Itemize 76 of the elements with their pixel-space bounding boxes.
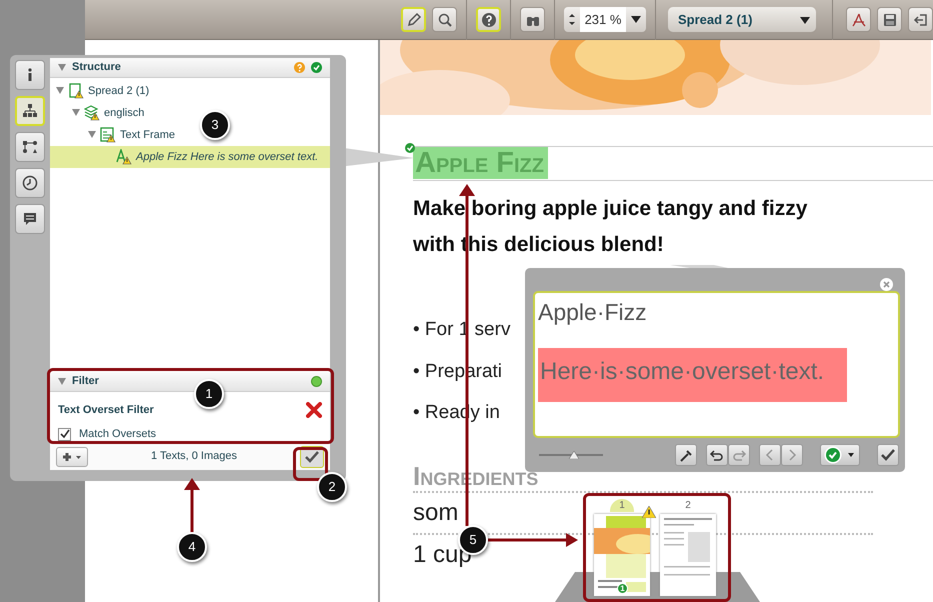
status-dropdown-button[interactable] — [820, 444, 860, 466]
eyedropper-icon — [678, 448, 694, 462]
confirm-button[interactable] — [877, 444, 899, 466]
plus-icon — [62, 452, 82, 462]
panel-title: Filter — [72, 374, 100, 390]
panel-title: Structure — [72, 60, 122, 76]
warning-icon — [642, 506, 656, 518]
help-button[interactable] — [476, 7, 501, 32]
expand-icon[interactable] — [72, 109, 80, 116]
caret-icon — [800, 16, 810, 24]
zoom-field[interactable]: 231 % — [580, 7, 626, 32]
expand-icon[interactable] — [56, 87, 64, 94]
undo-icon — [709, 448, 725, 462]
eyedropper-button[interactable] — [675, 444, 697, 466]
help-icon — [480, 12, 496, 28]
nodes-icon — [22, 139, 38, 155]
collapse-icon[interactable] — [58, 378, 66, 385]
layer-warning-icon — [84, 104, 100, 121]
hierarchy-icon — [22, 103, 38, 119]
editor-text: Apple·Fizz — [538, 298, 648, 327]
status-check-icon — [405, 142, 415, 153]
tree-item[interactable]: Spread 2 (1) — [50, 80, 150, 102]
spinner-control[interactable] — [564, 7, 580, 32]
slider-thumb-icon[interactable] — [569, 451, 580, 459]
ingredient-text: som — [413, 498, 458, 526]
binoculars-button[interactable] — [520, 7, 545, 32]
flow-tab[interactable] — [15, 132, 45, 162]
close-icon[interactable] — [880, 278, 893, 292]
overset-text: Here·is·some·overset·text. — [538, 348, 847, 402]
expand-icon[interactable] — [88, 131, 96, 138]
add-button[interactable] — [56, 446, 88, 466]
pdf-icon — [850, 12, 866, 28]
panel-header[interactable]: Structure — [50, 58, 330, 78]
save-icon — [882, 12, 898, 28]
text-warning-icon — [116, 148, 132, 165]
status-dot-icon — [311, 376, 322, 387]
pencil-icon — [406, 12, 422, 28]
checkmark-icon — [880, 448, 896, 462]
checkbox-label: Match Oversets — [79, 427, 156, 442]
check-icon — [311, 62, 322, 73]
tree-item[interactable]: englisch — [50, 102, 144, 124]
search-button[interactable] — [432, 7, 457, 32]
arrow — [184, 478, 200, 534]
collapse-icon[interactable] — [58, 64, 66, 71]
text-editor[interactable]: Apple·Fizz Here·is·some·overset·text. — [533, 291, 900, 438]
redo-icon — [731, 448, 747, 462]
page-number-tab[interactable]: 2 — [676, 499, 700, 512]
pencil-button[interactable] — [401, 7, 426, 32]
caret-icon — [631, 16, 641, 23]
pdf-button[interactable] — [846, 7, 871, 32]
info-tab[interactable] — [15, 60, 45, 90]
exit-button[interactable] — [908, 7, 933, 32]
tree-item[interactable]: Text Frame — [50, 124, 176, 146]
status-check-icon — [823, 446, 857, 464]
page-thumbnail[interactable] — [660, 514, 716, 596]
checkmark-icon — [304, 450, 319, 462]
remove-icon[interactable] — [306, 402, 322, 418]
undo-button[interactable] — [706, 444, 728, 466]
exit-icon — [912, 12, 928, 28]
checkbox[interactable] — [58, 428, 71, 441]
spread-select[interactable]: Spread 2 (1) — [668, 7, 816, 32]
zoom-dropdown-button[interactable] — [626, 7, 646, 32]
history-tab[interactable] — [15, 168, 45, 198]
comments-tab[interactable] — [15, 204, 45, 234]
result-count: 1 Texts, 0 Images — [150, 449, 237, 464]
clock-icon — [22, 175, 38, 191]
filter-name: Text Overset Filter — [58, 402, 154, 418]
page-thumbnail[interactable] — [594, 514, 650, 596]
checkmark-icon — [60, 429, 70, 440]
spread-warning-icon — [68, 82, 84, 99]
comment-icon — [22, 211, 38, 227]
save-button[interactable] — [877, 7, 902, 32]
search-icon — [436, 12, 452, 28]
structure-tab[interactable] — [15, 96, 45, 126]
tree-item[interactable]: Apple Fizz Here is some overset text. — [50, 146, 330, 168]
frame-warning-icon — [100, 126, 116, 143]
